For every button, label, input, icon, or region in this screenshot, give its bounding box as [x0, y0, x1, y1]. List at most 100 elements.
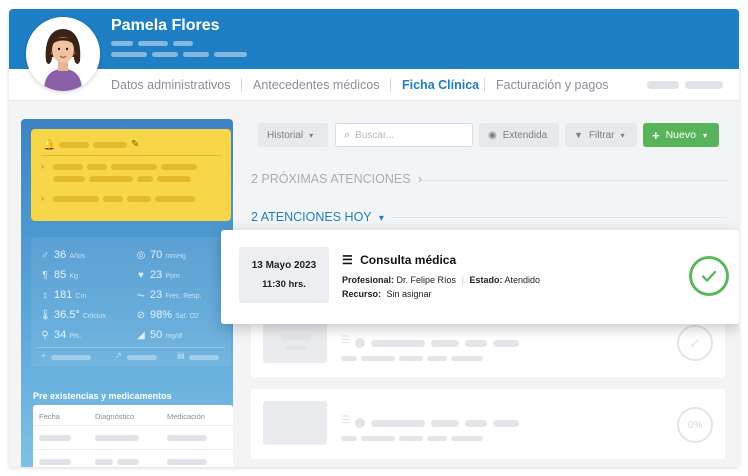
filtrar-label: Filtrar [588, 129, 615, 141]
placeholder-line [451, 436, 483, 441]
tab-datos-administrativos[interactable]: Datos administrativos [111, 78, 231, 92]
gender-icon: ♂ [41, 250, 49, 261]
bell-icon: 🔔 [43, 140, 56, 151]
placeholder-line [138, 41, 168, 46]
recurso-label: Recurso: [342, 289, 382, 299]
placeholder-line [431, 420, 459, 427]
nuevo-button[interactable]: + Nuevo ▾ [643, 123, 719, 147]
placeholder-line [111, 164, 157, 170]
pencil-icon[interactable]: ✎ [131, 139, 139, 150]
placeholder-dot [355, 418, 365, 428]
placeholder-line [281, 335, 311, 340]
status-attended[interactable] [689, 256, 729, 296]
plus-icon: + [652, 127, 660, 143]
vital-height: ↕ 181 Cm [39, 289, 87, 301]
placeholder-line [189, 355, 219, 360]
placeholder-line [167, 459, 207, 465]
search-box[interactable]: ⌕ [335, 123, 473, 147]
today-section-toggle[interactable]: 2 ATENCIONES HOY ▾ [251, 210, 384, 224]
placeholder-line [183, 52, 209, 57]
divider [33, 425, 233, 426]
tab-divider [390, 78, 391, 92]
appointment-card-placeholder[interactable]: ☰ 0% [251, 389, 725, 459]
trend-icon[interactable]: ↗ [115, 351, 122, 360]
placeholder-line [39, 459, 71, 465]
tab-divider [241, 78, 242, 92]
vital-weight: ¶ 85 Kg [39, 269, 78, 281]
preexisting-title: Pre existencias y medicamentos [33, 391, 172, 401]
tab-facturacion-y-pagos[interactable]: Facturación y pagos [496, 78, 609, 92]
placeholder-line [361, 436, 395, 441]
extendida-button[interactable]: ◉ Extendida [479, 123, 559, 147]
calendar-icon[interactable]: ▤ [177, 351, 185, 360]
tab-divider [484, 78, 485, 92]
estado-value: Atendido [504, 275, 540, 285]
placeholder-line [685, 81, 723, 89]
patient-header: Pamela Flores [9, 9, 739, 69]
vital-age: ♂ 36 Años [39, 249, 85, 261]
check-icon: ✓ [689, 334, 701, 351]
placeholder-line [39, 435, 71, 441]
placeholder-line [111, 41, 133, 46]
vital-resp-rate: ⏦ 23 Frec. Resp. [136, 289, 202, 301]
weight-icon: ¶ [42, 270, 48, 281]
placeholder-line [465, 420, 487, 427]
chevron-right-icon: › [41, 193, 44, 203]
plus-icon[interactable]: + [41, 351, 46, 360]
placeholder-line [89, 176, 133, 182]
progress-circle: 0% [677, 407, 713, 443]
placeholder-line [155, 196, 195, 202]
placeholder-line [341, 356, 357, 361]
appointment-card[interactable]: 13 Mayo 2023 11:30 hrs. ☰ Consulta médic… [221, 230, 739, 324]
oxygen-icon: ⊘ [136, 310, 146, 321]
avatar[interactable] [26, 17, 100, 91]
divider [421, 180, 727, 181]
placeholder-line [51, 355, 91, 360]
vital-score: ⚲ 34 Pts. [39, 329, 81, 341]
historial-button[interactable]: Historial ▾ [258, 123, 328, 147]
placeholder-line [214, 52, 247, 57]
placeholder-line [152, 52, 178, 57]
glucose-icon: ◢ [137, 330, 145, 341]
eye-icon: ◉ [488, 129, 497, 141]
placeholder-line [167, 435, 207, 441]
placeholder-line [399, 436, 423, 441]
search-icon: ⌕ [344, 128, 351, 141]
vital-signs-panel: ♂ 36 Años ◎ 70 mmHg ¶ 85 Kg ♥ 23 Ppm ↕ 181 Cm… [31, 237, 231, 367]
vital-oxygen: ⊘ 98% Sat. O2 [136, 309, 199, 321]
search-input[interactable] [355, 129, 456, 141]
date-placeholder [263, 401, 327, 445]
appointment-title-text: Consulta médica [360, 253, 457, 267]
appointment-details: Profesional: Dr. Felipe Ríos | Estado: A… [342, 275, 540, 285]
separator: | [461, 275, 464, 285]
tab-antecedentes-medicos[interactable]: Antecedentes médicos [253, 78, 379, 92]
divider [391, 217, 727, 218]
height-icon: ↕ [42, 290, 48, 301]
check-icon [701, 270, 717, 282]
column-header: Fecha [39, 412, 60, 421]
filtrar-button[interactable]: ▼ Filtrar ▾ [565, 123, 637, 147]
upcoming-section-title: 2 PRÓXIMAS ATENCIONES [251, 172, 411, 186]
app-window: Pamela Flores Datos administrativos Ante… [9, 9, 739, 467]
divider [37, 347, 225, 348]
placeholder-line [451, 356, 483, 361]
placeholder-line [87, 164, 107, 170]
vital-pulse: ♥ 23 Ppm [135, 269, 180, 281]
thermometer-icon: 🌡 [39, 310, 52, 321]
chevron-down-icon: ▾ [378, 213, 384, 224]
tab-ficha-clinica[interactable]: Ficha Clínica [402, 78, 479, 92]
upcoming-section-toggle[interactable]: 2 PRÓXIMAS ATENCIONES › [251, 172, 422, 186]
column-header: Medicación [167, 412, 205, 421]
placeholder-line [157, 176, 191, 182]
historial-label: Historial [267, 129, 304, 141]
patient-photo [26, 17, 100, 91]
heart-icon: ♥ [138, 270, 144, 281]
placeholder-line [173, 41, 193, 46]
alerts-card[interactable]: 🔔 ✎ › › [31, 129, 231, 221]
column-header: Diagnóstico [95, 412, 135, 421]
placeholder-line [465, 340, 487, 347]
list-icon: ☰ [342, 253, 353, 267]
placeholder-line [93, 142, 127, 148]
placeholder-line [137, 176, 153, 182]
appointment-date-box: 13 Mayo 2023 11:30 hrs. [239, 247, 329, 303]
